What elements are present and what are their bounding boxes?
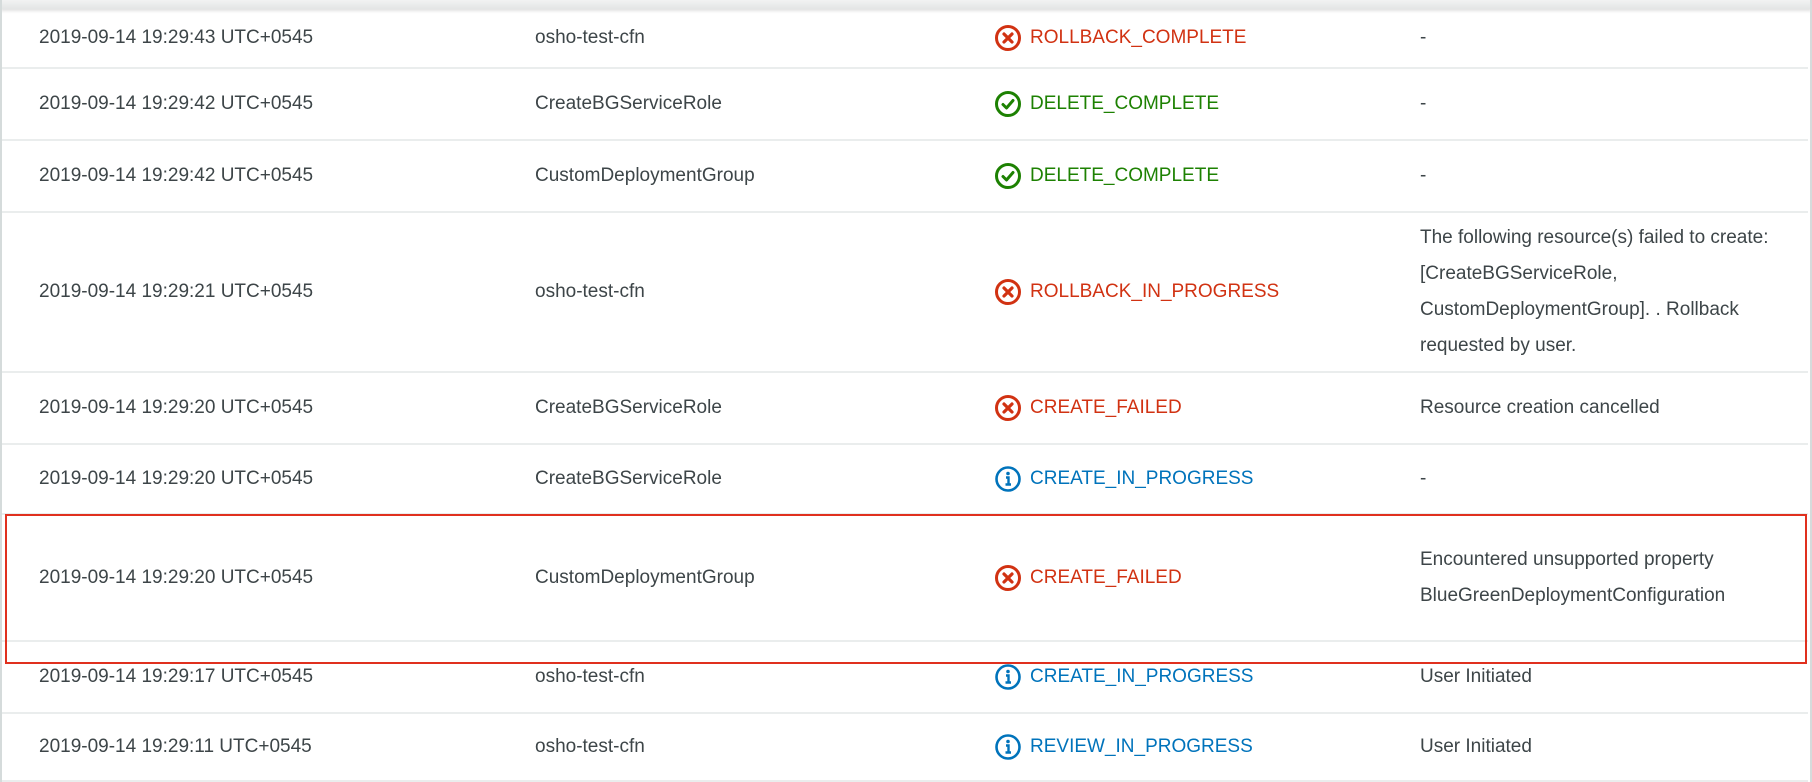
logical-id-cell: CustomDeploymentGroup	[535, 566, 755, 588]
status-cell: DELETE_COMPLETE	[994, 158, 1219, 194]
timestamp-cell: 2019-09-14 19:29:42 UTC+0545	[39, 93, 314, 114]
timestamp-cell: 2019-09-14 19:29:11 UTC+0545	[39, 736, 312, 757]
x-circle-icon	[994, 394, 1022, 422]
table-row[interactable]: 2019-09-14 19:29:20 UTC+0545 CustomDeplo…	[2, 515, 1808, 642]
logical-id-cell: CustomDeploymentGroup	[535, 165, 755, 186]
status-reason-cell: -	[1420, 93, 1427, 114]
table-row[interactable]: 2019-09-14 19:29:43 UTC+0545 osho-test-c…	[2, 9, 1808, 69]
status-cell: CREATE_FAILED	[994, 390, 1182, 426]
timestamp-cell: 2019-09-14 19:29:42 UTC+0545	[39, 165, 314, 186]
info-circle-icon	[994, 465, 1022, 493]
table-row[interactable]: 2019-09-14 19:29:11 UTC+0545 osho-test-c…	[2, 714, 1808, 782]
timestamp-cell: 2019-09-14 19:29:20 UTC+0545	[39, 566, 314, 588]
x-circle-icon	[994, 24, 1022, 52]
timestamp-cell: 2019-09-14 19:29:20 UTC+0545	[39, 397, 314, 418]
status-text: CREATE_FAILED	[1030, 397, 1182, 418]
status-reason-cell: Resource creation cancelled	[1420, 397, 1660, 418]
table-row[interactable]: 2019-09-14 19:29:20 UTC+0545 CreateBGSer…	[2, 445, 1808, 515]
status-text: CREATE_IN_PROGRESS	[1030, 666, 1254, 687]
status-cell: ROLLBACK_IN_PROGRESS	[994, 274, 1279, 310]
table-row[interactable]: 2019-09-14 19:29:17 UTC+0545 osho-test-c…	[2, 642, 1808, 714]
table-row[interactable]: 2019-09-14 19:29:42 UTC+0545 CreateBGSer…	[2, 69, 1808, 141]
logical-id-cell: CreateBGServiceRole	[535, 93, 722, 114]
logical-id-cell: osho-test-cfn	[535, 27, 645, 48]
status-cell: ROLLBACK_COMPLETE	[994, 20, 1246, 56]
status-reason-cell: User Initiated	[1420, 666, 1532, 687]
status-text: CREATE_FAILED	[1030, 566, 1182, 588]
status-cell: CREATE_IN_PROGRESS	[994, 659, 1253, 695]
status-cell: REVIEW_IN_PROGRESS	[994, 729, 1253, 765]
x-circle-icon	[994, 278, 1022, 306]
status-text: CREATE_IN_PROGRESS	[1030, 468, 1254, 489]
logical-id-cell: CreateBGServiceRole	[535, 468, 722, 489]
status-cell: CREATE_IN_PROGRESS	[994, 461, 1253, 497]
status-reason-cell: The following resource(s) failed to crea…	[1420, 227, 1769, 356]
status-text: ROLLBACK_COMPLETE	[1030, 27, 1247, 48]
logical-id-cell: CreateBGServiceRole	[535, 397, 722, 418]
status-reason-cell: -	[1420, 165, 1427, 186]
logical-id-cell: osho-test-cfn	[535, 666, 645, 687]
status-text: REVIEW_IN_PROGRESS	[1030, 736, 1253, 757]
logical-id-cell: osho-test-cfn	[535, 736, 645, 757]
table-header-shadow	[0, 0, 1812, 9]
timestamp-cell: 2019-09-14 19:29:17 UTC+0545	[39, 666, 314, 687]
status-cell: DELETE_COMPLETE	[994, 86, 1219, 122]
status-reason-cell: Encountered unsupported property BlueGre…	[1420, 548, 1726, 606]
status-reason-cell: -	[1420, 27, 1427, 48]
x-circle-icon	[994, 564, 1022, 592]
timestamp-cell: 2019-09-14 19:29:21 UTC+0545	[39, 281, 314, 302]
status-text: DELETE_COMPLETE	[1030, 165, 1219, 186]
status-reason-cell: -	[1420, 468, 1427, 489]
status-text: ROLLBACK_IN_PROGRESS	[1030, 281, 1280, 302]
logical-id-cell: osho-test-cfn	[535, 281, 645, 302]
table-row[interactable]: 2019-09-14 19:29:20 UTC+0545 CreateBGSer…	[2, 373, 1808, 445]
check-circle-icon	[994, 90, 1022, 118]
table-row[interactable]: 2019-09-14 19:29:42 UTC+0545 CustomDeplo…	[2, 141, 1808, 213]
status-text: DELETE_COMPLETE	[1030, 93, 1219, 114]
timestamp-cell: 2019-09-14 19:29:43 UTC+0545	[39, 27, 314, 48]
status-reason-cell: User Initiated	[1420, 736, 1532, 757]
table-row[interactable]: 2019-09-14 19:29:21 UTC+0545 osho-test-c…	[2, 213, 1808, 373]
check-circle-icon	[994, 162, 1022, 190]
info-circle-icon	[994, 663, 1022, 691]
info-circle-icon	[994, 733, 1022, 761]
status-cell: CREATE_FAILED	[994, 560, 1182, 596]
timestamp-cell: 2019-09-14 19:29:20 UTC+0545	[39, 468, 314, 489]
